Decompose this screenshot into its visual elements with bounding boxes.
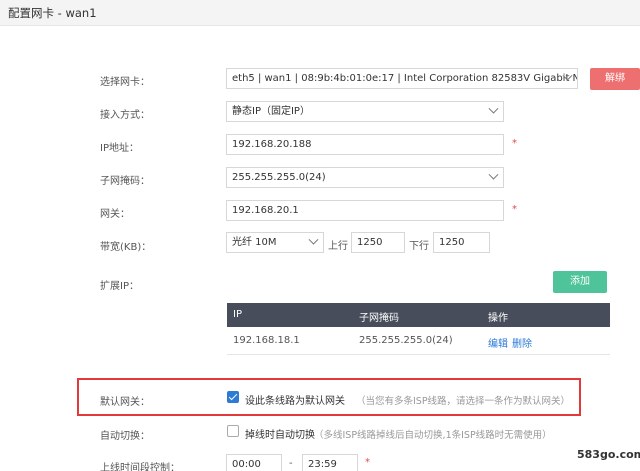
- delete-link[interactable]: 删除: [512, 335, 532, 350]
- mask-select-value: 255.255.255.0(24): [232, 172, 326, 183]
- column-header-action: 操作: [488, 313, 508, 324]
- bandwidth-label: 带宽(KB)：: [100, 242, 152, 253]
- ip-input-value: 192.168.20.188: [232, 139, 312, 150]
- auto-switch-checkbox[interactable]: [227, 425, 239, 437]
- time-start-value: 00:00: [232, 459, 261, 470]
- downstream-label: 下行: [409, 241, 429, 252]
- auto-switch-label: 自动切换：: [100, 431, 150, 442]
- column-header-mask: 子网掩码: [359, 313, 399, 324]
- chevron-down-icon: [488, 169, 499, 180]
- ip-input[interactable]: 192.168.20.188: [226, 134, 504, 155]
- downstream-input[interactable]: 1250: [433, 232, 490, 253]
- upstream-input-value: 1250: [357, 237, 383, 248]
- chevron-down-icon: [488, 103, 499, 114]
- table-row: 192.168.18.1 255.255.255.0(24) 编辑 删除: [227, 327, 610, 355]
- time-control-label: 上线时间段控制：: [100, 463, 180, 471]
- default-gateway-option-label: 设此条线路为默认网关: [245, 396, 345, 407]
- time-end-input[interactable]: 23:59: [302, 454, 358, 471]
- gateway-input-value: 192.168.20.1: [232, 205, 299, 216]
- mask-label: 子网掩码：: [100, 176, 150, 187]
- required-mark: *: [512, 138, 517, 149]
- nic-select-value: eth5 | wan1 | 08:9b:4b:01:0e:17 | Intel …: [232, 73, 578, 84]
- ip-label: IP地址：: [100, 143, 139, 154]
- mask-select[interactable]: 255.255.255.0(24): [226, 167, 504, 188]
- row-mask: 255.255.255.0(24): [359, 335, 453, 346]
- time-end-value: 23:59: [308, 459, 337, 470]
- auto-switch-option-label: 掉线时自动切换: [245, 430, 315, 441]
- chevron-down-icon: [308, 234, 319, 245]
- row-ip: 192.168.18.1: [233, 335, 300, 346]
- gateway-input[interactable]: 192.168.20.1: [226, 200, 504, 221]
- required-mark: *: [512, 204, 517, 215]
- add-button[interactable]: 添加: [553, 271, 607, 293]
- window-titlebar: 配置网卡 - wan1: [0, 0, 640, 26]
- nic-label: 选择网卡：: [100, 77, 150, 88]
- auto-switch-hint: （多线ISP线路掉线后自动切换,1条ISP线路时无需使用）: [314, 430, 552, 441]
- access-mode-select[interactable]: 静态IP（固定IP）: [226, 101, 504, 122]
- gateway-label: 网关：: [100, 209, 130, 220]
- column-header-ip: IP: [233, 309, 242, 320]
- access-mode-label: 接入方式：: [100, 110, 150, 121]
- upstream-label: 上行: [328, 241, 348, 252]
- extended-ip-label: 扩展IP：: [100, 281, 139, 292]
- time-start-input[interactable]: 00:00: [226, 454, 282, 471]
- unbind-button[interactable]: 解绑: [590, 68, 640, 90]
- bandwidth-type-select[interactable]: 光纤 10M: [226, 232, 324, 253]
- edit-link[interactable]: 编辑: [488, 335, 508, 350]
- extended-ip-table-header: IP 子网掩码 操作: [227, 303, 610, 327]
- default-gateway-hint: （当您有多条ISP线路，请选择一条作为默认网关）: [356, 396, 571, 407]
- upstream-input[interactable]: 1250: [351, 232, 405, 253]
- downstream-input-value: 1250: [439, 237, 465, 248]
- required-mark: *: [365, 457, 370, 468]
- default-gateway-checkbox[interactable]: [227, 391, 239, 403]
- bandwidth-type-value: 光纤 10M: [232, 237, 277, 248]
- default-gateway-label: 默认网关：: [100, 397, 150, 408]
- time-separator: -: [289, 458, 293, 469]
- nic-select[interactable]: eth5 | wan1 | 08:9b:4b:01:0e:17 | Intel …: [226, 68, 578, 89]
- watermark: 583go.com: [577, 448, 640, 461]
- window-title: 配置网卡 - wan1: [8, 6, 97, 20]
- access-mode-value: 静态IP（固定IP）: [232, 106, 310, 117]
